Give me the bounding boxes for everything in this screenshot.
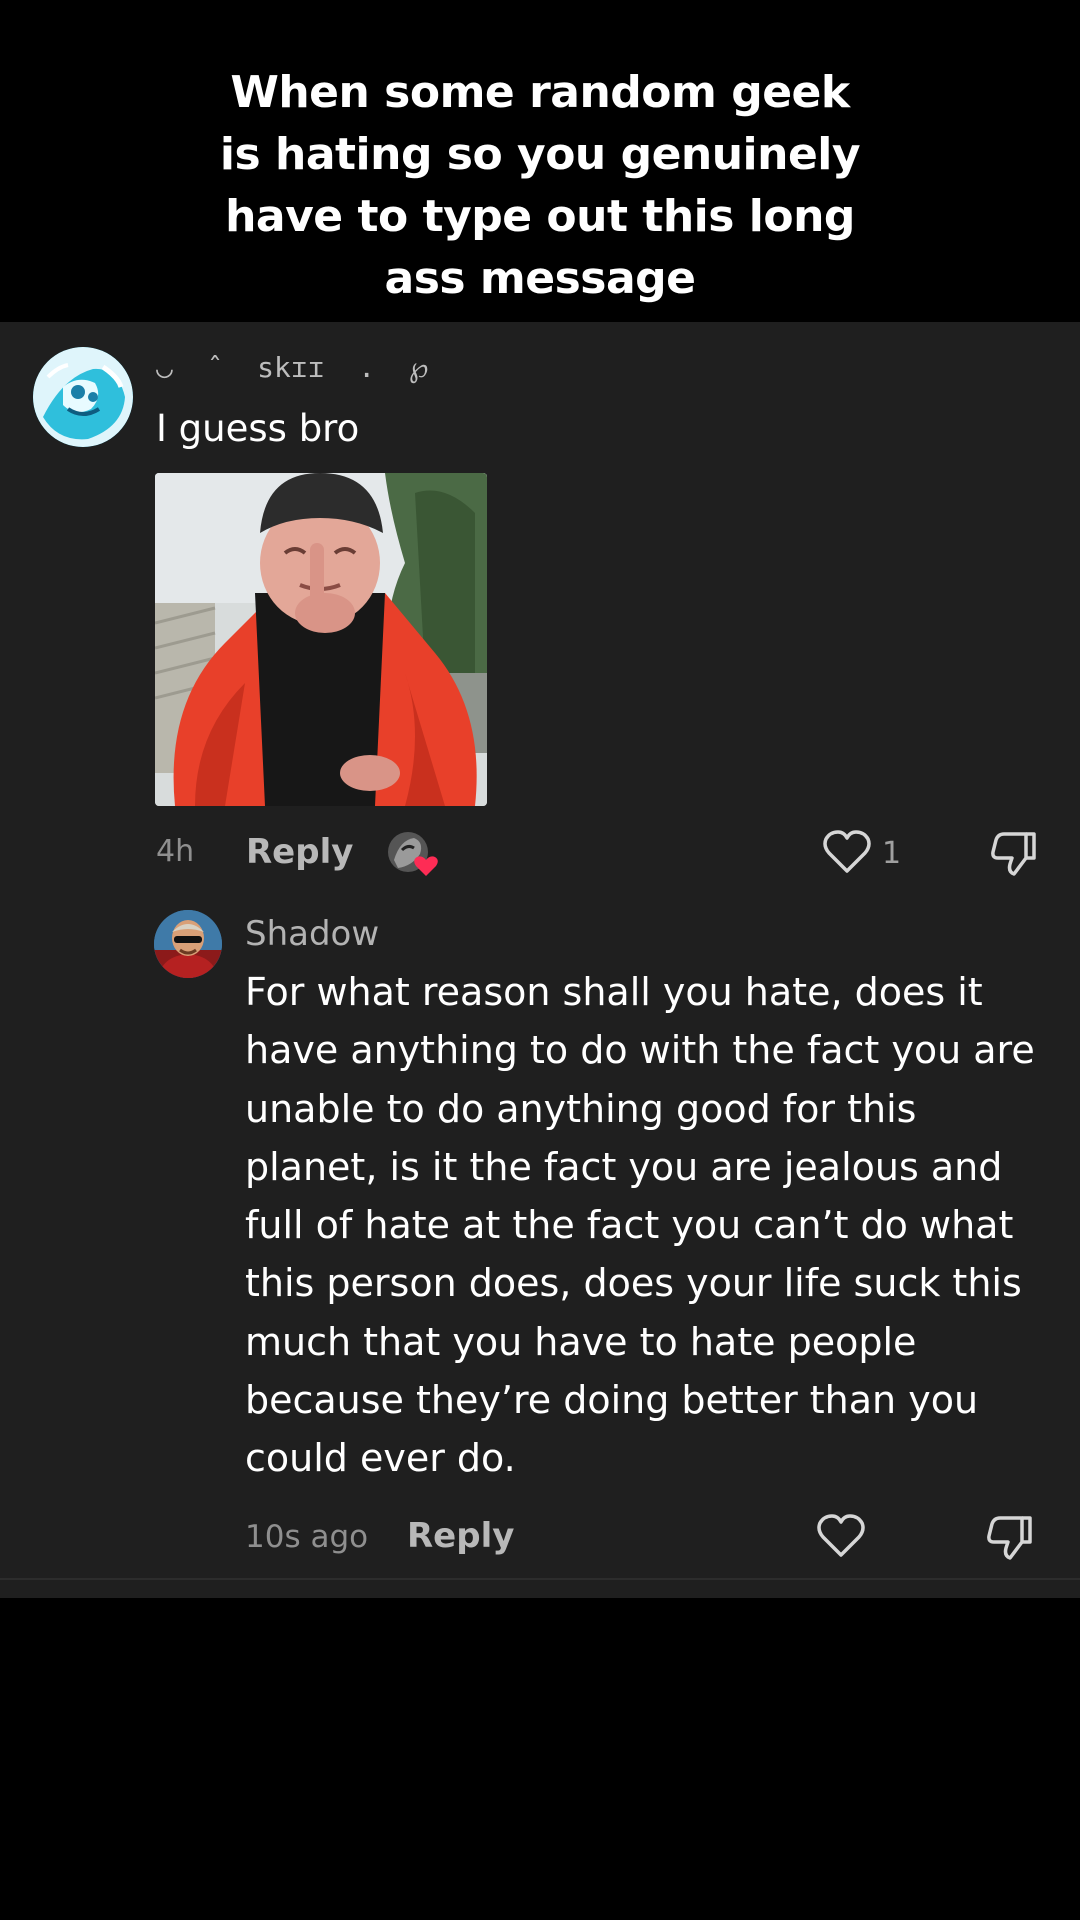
reply-text-line: much that you have to hate people [245,1319,917,1364]
reply-text-line: planet, is it the fact you are jealous a… [245,1144,1003,1189]
commenter-username[interactable]: ◡ ˆ skɪɪ . ℘ [156,348,428,388]
heart-outline-icon [817,1514,865,1557]
dislike-button[interactable] [988,828,1038,878]
commenter-avatar[interactable] [33,347,133,447]
reply-timestamp: 10s ago [245,1519,369,1555]
reply-like-button[interactable] [816,1512,866,1560]
comment-text: I guess bro [156,407,360,450]
like-button[interactable] [822,828,872,876]
video-caption: When some random geek is hating so you g… [0,62,1080,310]
heart-outline-icon [823,830,871,873]
thumbs-down-icon [987,1516,1032,1560]
replier-avatar[interactable] [154,910,222,978]
caption-line-4: ass message [384,253,697,304]
reply-text: For what reason shall you hate, does it … [245,963,1055,1488]
reply-text-line: could ever do. [245,1436,516,1481]
reply-text-line: unable to do anything good for this [245,1086,917,1131]
reply-text-line: have anything to do with the fact you ar… [245,1028,1035,1073]
replier-username[interactable]: Shadow [245,912,379,956]
reply-text-line: this person does, does your life suck th… [245,1261,1022,1306]
reply-text-line: full of hate at the fact you can’t do wh… [245,1203,1014,1248]
comment-timestamp: 4h [156,834,195,869]
caption-line-2: is hating so you genuinely [219,129,861,180]
comment-image[interactable] [155,473,487,806]
caption-line-3: have to type out this long [225,191,855,242]
creator-liked-badge [386,830,438,878]
thumbs-down-icon [991,832,1036,876]
reply-reply-button[interactable]: Reply [407,1514,514,1558]
caption-line-1: When some random geek [230,67,850,118]
reply-text-line: because they’re doing better than you [245,1378,979,1423]
reply-text-line: For what reason shall you hate, does it [245,970,983,1014]
like-count: 1 [882,836,902,871]
reply-dislike-button[interactable] [984,1512,1034,1562]
divider [0,1578,1080,1580]
reply-button[interactable]: Reply [246,830,353,874]
